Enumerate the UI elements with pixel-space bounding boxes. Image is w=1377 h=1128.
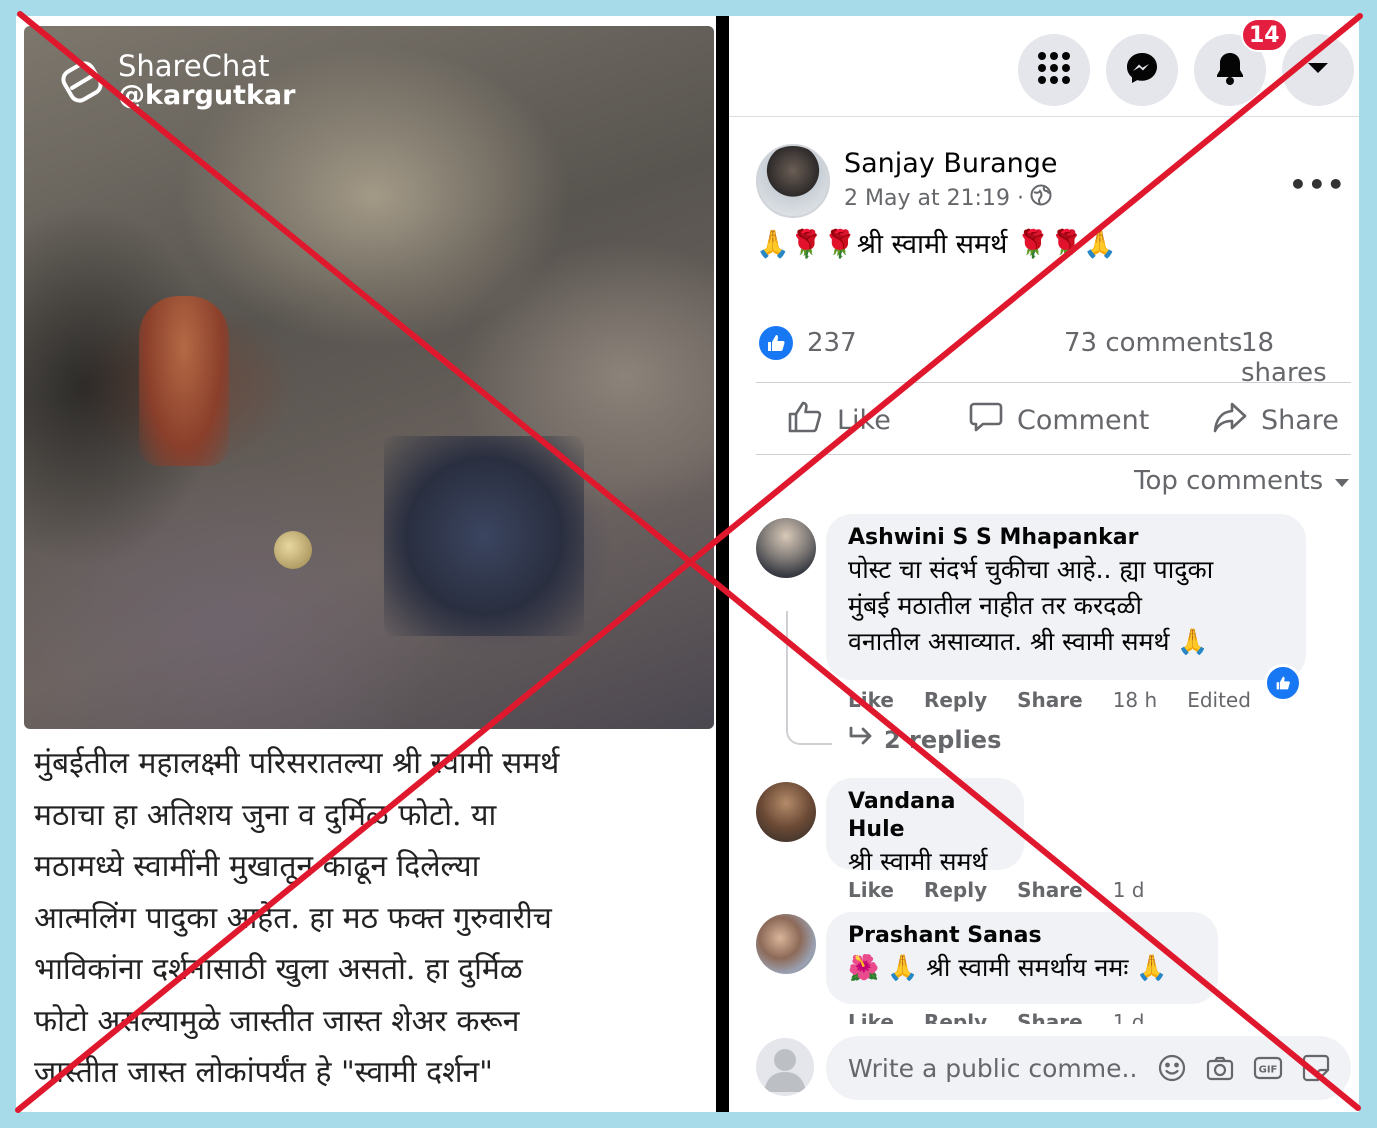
gif-icon[interactable]: GIF xyxy=(1253,1053,1283,1083)
comment-author[interactable]: Vandana Hule xyxy=(848,788,1002,844)
comment-button[interactable]: Comment xyxy=(969,400,1149,440)
post-meta: 2 May at 21:19 · xyxy=(844,184,1052,212)
like-count: 237 xyxy=(807,328,857,358)
globe-icon xyxy=(1030,184,1052,212)
view-replies-link[interactable]: 2 replies xyxy=(848,726,1001,754)
comment-like-button[interactable]: Like xyxy=(848,688,894,712)
like-button[interactable]: Like xyxy=(787,400,891,440)
more-icon[interactable]: ••• xyxy=(1289,168,1346,201)
comment-text: 🌺 🙏 श्री स्वामी समर्थाय नमः 🙏 xyxy=(848,953,1168,982)
smiley-icon[interactable] xyxy=(1157,1053,1187,1083)
comment-input[interactable] xyxy=(846,1052,1139,1084)
menu-button[interactable] xyxy=(1018,34,1090,106)
padukas-carving xyxy=(384,436,584,636)
like-reaction-icon xyxy=(759,326,793,360)
share-label: Share xyxy=(1261,404,1339,436)
messenger-icon xyxy=(1125,51,1159,89)
replies-count: 2 replies xyxy=(884,726,1002,754)
comment-like-icon xyxy=(1264,664,1302,702)
comment-reply-button[interactable]: Reply xyxy=(924,1010,987,1024)
comments-count[interactable]: 73 comments xyxy=(1064,328,1242,358)
top-comments-label: Top comments xyxy=(1134,466,1324,496)
comment-reply-button[interactable]: Reply xyxy=(924,688,987,712)
comment-reply-button[interactable]: Reply xyxy=(924,878,987,902)
divider xyxy=(716,16,729,1112)
camera-icon[interactable] xyxy=(1205,1053,1235,1083)
comment-share-button[interactable]: Share xyxy=(1017,1010,1083,1024)
comment-bubble: Ashwini S S Mhapankar पोस्ट चा संदर्भ चु… xyxy=(826,514,1306,680)
comment-actions: Like Reply Share 1 d xyxy=(848,1010,1144,1024)
notification-badge: 14 xyxy=(1241,18,1288,52)
avatar[interactable] xyxy=(756,782,816,842)
svg-text:GIF: GIF xyxy=(1259,1065,1278,1076)
actions-separator xyxy=(756,454,1351,455)
comment-share-button[interactable]: Share xyxy=(1017,688,1083,712)
comment-label: Comment xyxy=(1017,404,1150,436)
author-name[interactable]: Sanjay Burange xyxy=(844,148,1058,179)
comment-like-button[interactable]: Like xyxy=(848,1010,894,1024)
grid-menu-icon xyxy=(1036,50,1072,90)
author-avatar[interactable] xyxy=(756,144,830,218)
share-icon xyxy=(1213,400,1247,441)
current-user-avatar[interactable] xyxy=(756,1038,814,1096)
top-comments-dropdown[interactable]: Top comments xyxy=(1134,466,1351,496)
photo-shadow xyxy=(24,26,714,729)
facebook-post-panel: 14 Sanjay Burange 2 May at 21:19 · ••• 🙏… xyxy=(729,16,1359,1112)
comment-text: श्री स्वामी समर्थ xyxy=(848,847,988,876)
comment-edited: Edited xyxy=(1187,688,1251,712)
coin-offering xyxy=(274,531,312,569)
comment-actions: Like Reply Share 1 d xyxy=(848,878,1144,902)
like-label: Like xyxy=(837,404,891,436)
monk-figure xyxy=(139,296,229,466)
comment-actions: Like Reply Share 18 h Edited xyxy=(848,688,1251,712)
comment-bubble: Vandana Hule श्री स्वामी समर्थ xyxy=(826,778,1024,876)
caret-down-icon xyxy=(1333,466,1351,496)
comment-author[interactable]: Prashant Sanas xyxy=(848,922,1196,950)
comment-time[interactable]: 18 h xyxy=(1113,688,1157,712)
chevron-down-icon xyxy=(1306,60,1330,80)
comment-time[interactable]: 1 d xyxy=(1113,878,1145,902)
header-separator xyxy=(729,116,1359,117)
sharechat-logo-icon xyxy=(58,58,106,106)
comment-text: पोस्ट चा संदर्भ चुकीचा आहे.. ह्या पादुका… xyxy=(848,555,1214,656)
stats-separator xyxy=(756,382,1351,383)
sticker-icon[interactable] xyxy=(1301,1053,1331,1083)
avatar[interactable] xyxy=(756,518,816,578)
comment-bubble: Prashant Sanas 🌺 🙏 श्री स्वामी समर्थाय न… xyxy=(826,912,1218,1004)
bell-icon xyxy=(1214,51,1246,89)
comment-time[interactable]: 1 d xyxy=(1113,1010,1145,1024)
sharechat-brand: ShareChat xyxy=(118,49,270,83)
sharechat-handle: @kargutkar xyxy=(118,80,296,111)
comment-author[interactable]: Ashwini S S Mhapankar xyxy=(848,524,1284,552)
post-timestamp[interactable]: 2 May at 21:19 · xyxy=(844,186,1024,211)
comment-like-button[interactable]: Like xyxy=(848,878,894,902)
reaction-summary[interactable]: 237 xyxy=(759,326,857,360)
avatar[interactable] xyxy=(756,914,816,974)
reply-arrow-icon xyxy=(848,726,874,754)
comment-composer: GIF xyxy=(826,1036,1351,1100)
cave-photo: ShareChat @kargutkar xyxy=(24,26,714,729)
post-caption: मुंबईतील महालक्ष्मी परिसरातल्या श्री स्व… xyxy=(34,746,560,1090)
shares-count[interactable]: 18 shares xyxy=(1241,328,1359,388)
like-icon xyxy=(787,400,823,441)
share-button[interactable]: Share xyxy=(1213,400,1339,440)
account-button[interactable] xyxy=(1282,34,1354,106)
sharechat-screenshot: ShareChat @kargutkar मुंबईतील महालक्ष्मी… xyxy=(16,16,716,1112)
messenger-button[interactable] xyxy=(1106,34,1178,106)
post-text: 🙏🌹🌹श्री स्वामी समर्थ 🌹🌹🙏 xyxy=(756,229,1117,260)
comment-icon xyxy=(969,400,1003,441)
comment-share-button[interactable]: Share xyxy=(1017,878,1083,902)
